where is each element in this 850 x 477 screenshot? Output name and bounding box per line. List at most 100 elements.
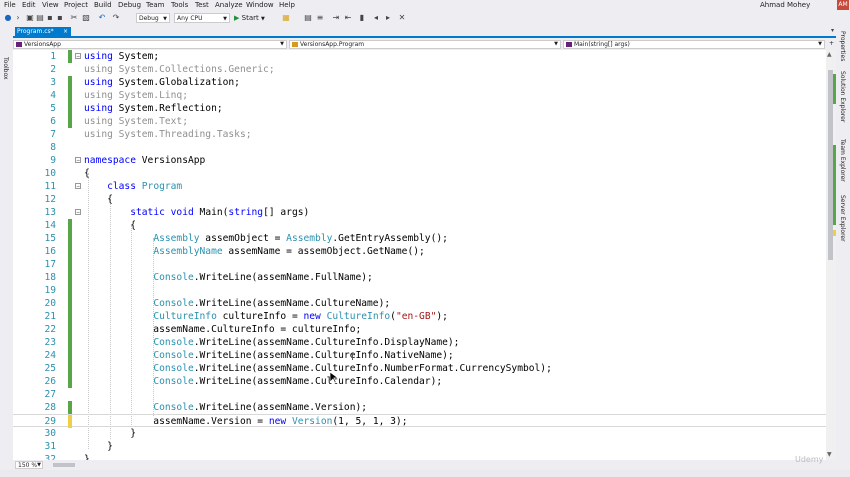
scroll-up-icon[interactable]: ▲ xyxy=(827,51,832,58)
breakpoint-icon[interactable]: ▤ xyxy=(304,14,312,22)
code-line[interactable]: 8 xyxy=(13,141,826,154)
scroll-down-icon[interactable]: ▼ xyxy=(827,451,832,458)
menu-project[interactable]: Project xyxy=(64,1,88,9)
split-icon[interactable]: + xyxy=(829,40,834,47)
code-line[interactable]: 5 using System.Reflection; xyxy=(13,102,826,115)
code-line[interactable]: 12 { xyxy=(13,193,826,206)
tab-solution-explorer[interactable]: Solution Explorer xyxy=(839,71,846,122)
tab-overflow-icon[interactable]: ▾ xyxy=(831,27,834,34)
next-bookmark-icon[interactable]: ▸ xyxy=(384,14,392,22)
start-button[interactable]: ▶ Start ▼ xyxy=(234,13,265,23)
toolbox-tab[interactable]: Toolbox xyxy=(2,57,9,80)
tab-program-cs[interactable]: Program.cs* × xyxy=(15,27,71,36)
indent-icon[interactable]: ⇥ xyxy=(332,14,340,22)
code-line[interactable]: 6 using System.Text; xyxy=(13,115,826,128)
user-name[interactable]: Ahmad Mohey xyxy=(760,1,810,9)
clear-bookmarks-icon[interactable]: ✕ xyxy=(398,14,406,22)
code-token: System; xyxy=(112,51,160,62)
code-line[interactable]: 2 using System.Collections.Generic; xyxy=(13,63,826,76)
code-token: namespace xyxy=(84,155,136,166)
code-editor[interactable]: 1− using System; 2 using System.Collections… xyxy=(13,50,826,460)
code-line[interactable]: 20 Console.WriteLine(assemName.CultureNa… xyxy=(13,297,826,310)
code-line[interactable]: 13 − static void Main(string[] args) xyxy=(13,206,826,219)
save-icon[interactable]: ▪ xyxy=(46,14,54,22)
horizontal-scrollbar-thumb[interactable] xyxy=(53,463,75,467)
collapse-icon[interactable]: − xyxy=(75,53,81,60)
class-select[interactable]: VersionsApp.Program ▼ xyxy=(289,40,561,49)
tab-server-explorer[interactable]: Server Explorer xyxy=(839,195,846,242)
code-token: ); xyxy=(436,311,448,322)
code-token: VersionsApp xyxy=(135,155,206,166)
code-line[interactable]: 28 Console.WriteLine(assemName.Version); xyxy=(13,401,826,414)
redo-icon[interactable]: ↷ xyxy=(112,14,120,22)
code-line[interactable]: 15 Assembly assemObject = Assembly.GetEn… xyxy=(13,232,826,245)
tab-properties[interactable]: Properties xyxy=(839,31,846,61)
code-line[interactable]: 16 AssemblyName assemName = assemObject.… xyxy=(13,245,826,258)
menu-help[interactable]: Help xyxy=(279,1,295,9)
project-select[interactable]: VersionsApp ▼ xyxy=(13,40,287,49)
code-line[interactable]: 7 using System.Threading.Tasks; xyxy=(13,128,826,141)
collapse-icon[interactable]: − xyxy=(75,183,81,190)
outdent-icon[interactable]: ⇤ xyxy=(344,14,352,22)
code-text: Console.WriteLine(assemName.CultureName)… xyxy=(84,297,390,310)
code-line[interactable]: 14 { xyxy=(13,219,826,232)
configuration-select[interactable]: Debug ▼ xyxy=(136,13,170,23)
code-line[interactable]: 27 xyxy=(13,388,826,401)
open-icon[interactable]: ▤ xyxy=(36,14,44,22)
code-line[interactable]: 22 assemName.CultureInfo = cultureInfo; xyxy=(13,323,826,336)
code-line[interactable]: 30 } xyxy=(13,427,826,440)
tab-team-explorer[interactable]: Team Explorer xyxy=(839,139,846,182)
menu-file[interactable]: File xyxy=(4,1,16,9)
code-line[interactable]: 1 − using System; xyxy=(13,50,826,63)
prev-bookmark-icon[interactable]: ◂ xyxy=(372,14,380,22)
forward-icon[interactable]: › xyxy=(14,14,22,22)
code-line[interactable]: 17 xyxy=(13,258,826,271)
paste-icon[interactable]: ▧ xyxy=(82,14,90,22)
code-line[interactable]: 21 CultureInfo cultureInfo = new Culture… xyxy=(13,310,826,323)
collapse-icon[interactable]: − xyxy=(75,157,81,164)
code-line[interactable]: 26 Console.WriteLine(assemName.CultureIn… xyxy=(13,375,826,388)
cut-icon[interactable]: ✂ xyxy=(70,14,78,22)
line-number: 27 xyxy=(44,389,56,400)
zoom-select[interactable]: 150 % ▼ xyxy=(15,461,43,469)
code-line[interactable]: 32} xyxy=(13,453,826,460)
code-line[interactable]: 18 Console.WriteLine(assemName.FullName)… xyxy=(13,271,826,284)
vertical-scrollbar[interactable]: ▲ ▼ xyxy=(826,50,836,460)
bookmark-icon[interactable]: ▮ xyxy=(358,14,366,22)
code-line[interactable]: 31 } xyxy=(13,440,826,453)
menu-window[interactable]: Window xyxy=(246,1,274,9)
code-line[interactable]: 25 Console.WriteLine(assemName.CultureIn… xyxy=(13,362,826,375)
new-project-icon[interactable]: ▣ xyxy=(26,14,34,22)
menu-view[interactable]: View xyxy=(42,1,59,9)
menu-debug[interactable]: Debug xyxy=(118,1,141,9)
member-select[interactable]: Main(string[] args) ▼ xyxy=(563,40,825,49)
menu-edit[interactable]: Edit xyxy=(22,1,36,9)
code-line[interactable]: 23 Console.WriteLine(assemName.CultureIn… xyxy=(13,336,826,349)
close-icon[interactable]: × xyxy=(63,27,68,36)
code-line[interactable]: 24 Console.WriteLine(assemName.CultureIn… xyxy=(13,349,826,362)
code-line[interactable]: 11 − class Program xyxy=(13,180,826,193)
code-line[interactable]: 29 assemName.Version = new Version(1, 5,… xyxy=(13,414,826,428)
code-line[interactable]: 10 { xyxy=(13,167,826,180)
menu-build[interactable]: Build xyxy=(94,1,112,9)
line-number: 31 xyxy=(44,441,56,452)
code-line[interactable]: 9 − namespace VersionsApp xyxy=(13,154,826,167)
menu-team[interactable]: Team xyxy=(146,1,165,9)
code-line[interactable]: 4 using System.Linq; xyxy=(13,89,826,102)
code-token: { xyxy=(84,168,90,179)
save-all-icon[interactable]: ▪ xyxy=(56,14,64,22)
platform-select[interactable]: Any CPU ▼ xyxy=(174,13,230,23)
code-line[interactable]: 3 using System.Globalization; xyxy=(13,76,826,89)
undo-icon[interactable]: ↶ xyxy=(98,14,106,22)
code-line[interactable]: 19 xyxy=(13,284,826,297)
browser-link-icon[interactable]: ▦ xyxy=(282,14,290,22)
collapse-icon[interactable]: − xyxy=(75,209,81,216)
format-icon[interactable]: ≡ xyxy=(316,14,324,22)
avatar[interactable]: AM xyxy=(837,0,849,10)
menu-analyze[interactable]: Analyze xyxy=(215,1,243,9)
back-icon[interactable]: ● xyxy=(4,14,12,22)
menu-test[interactable]: Test xyxy=(195,1,209,9)
menu-tools[interactable]: Tools xyxy=(171,1,188,9)
